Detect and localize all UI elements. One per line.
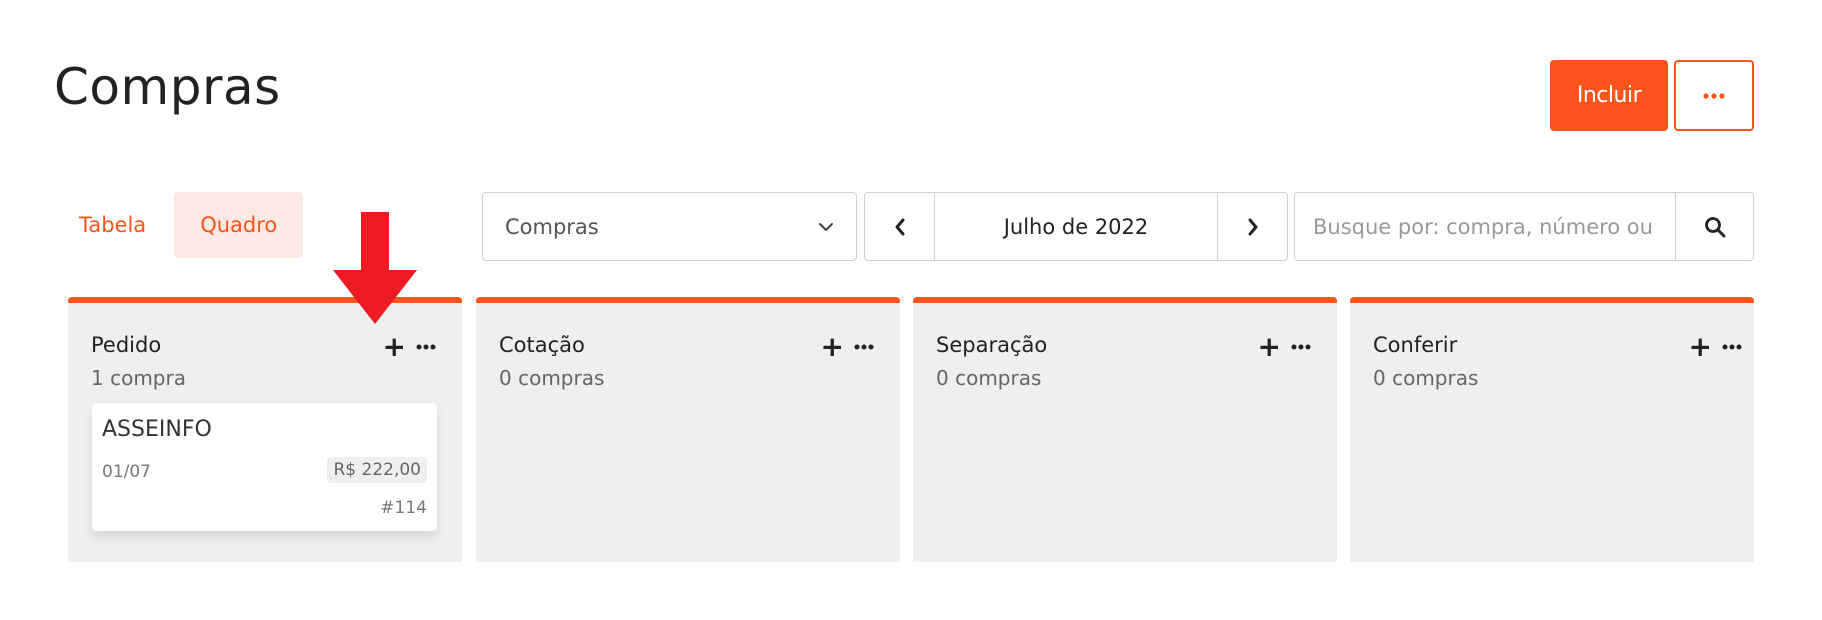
column-more-button[interactable] (1722, 344, 1742, 350)
column-actions: + (383, 333, 436, 361)
more-horizontal-icon (1722, 344, 1742, 350)
column-title: Separação (936, 333, 1048, 357)
column-actions: + (1258, 333, 1311, 361)
add-card-button[interactable]: + (1258, 333, 1281, 361)
more-horizontal-icon (416, 344, 436, 350)
chevron-left-icon (895, 218, 904, 235)
pipeline-select[interactable]: Compras (482, 192, 857, 261)
date-navigator: Julho de 2022 (864, 192, 1288, 261)
purchase-card[interactable]: ASSEINFO 01/07 R$ 222,00 #114 (92, 403, 437, 531)
card-value-badge: R$ 222,00 (327, 457, 427, 483)
column-more-button[interactable] (1291, 344, 1311, 350)
previous-month-button[interactable] (865, 193, 935, 260)
chevron-down-icon (819, 222, 833, 231)
column-actions: + (821, 333, 874, 361)
column-cotacao: Cotação 0 compras + (476, 297, 900, 562)
more-horizontal-icon (854, 344, 874, 350)
search-input[interactable] (1295, 193, 1675, 260)
view-tabs: Tabela Quadro (65, 192, 304, 258)
page-title: Compras (54, 58, 281, 116)
card-number: #114 (380, 498, 427, 518)
card-supplier: ASSEINFO (102, 417, 212, 442)
add-card-button[interactable]: + (383, 333, 406, 361)
add-card-button[interactable]: + (1689, 333, 1712, 361)
column-count: 0 compras (936, 366, 1042, 390)
column-count: 1 compra (91, 366, 186, 390)
more-horizontal-icon (1703, 92, 1725, 99)
search-button[interactable] (1675, 193, 1753, 260)
column-more-button[interactable] (416, 344, 436, 350)
column-actions: + (1689, 333, 1742, 361)
column-title: Pedido (91, 333, 162, 357)
column-count: 0 compras (1373, 366, 1479, 390)
tab-quadro[interactable]: Quadro (174, 192, 304, 258)
search-icon (1704, 216, 1725, 237)
search-box (1294, 192, 1754, 261)
tab-tabela[interactable]: Tabela (65, 192, 160, 258)
current-month-label: Julho de 2022 (1003, 214, 1149, 239)
card-date: 01/07 (102, 462, 151, 482)
column-title: Cotação (499, 333, 585, 357)
more-horizontal-icon (1291, 344, 1311, 350)
more-actions-button[interactable] (1674, 60, 1754, 131)
annotation-arrow-down-icon (333, 212, 417, 324)
column-pedido: Pedido 1 compra + ASSEINFO 01/07 R$ 222,… (68, 297, 462, 562)
chevron-right-icon (1248, 218, 1257, 235)
column-separacao: Separação 0 compras + (913, 297, 1337, 562)
pipeline-select-value: Compras (505, 214, 599, 239)
next-month-button[interactable] (1217, 193, 1287, 260)
column-conferir: Conferir 0 compras + (1350, 297, 1754, 562)
column-more-button[interactable] (854, 344, 874, 350)
incluir-button[interactable]: Incluir (1550, 60, 1668, 131)
add-card-button[interactable]: + (821, 333, 844, 361)
column-title: Conferir (1373, 333, 1458, 357)
column-count: 0 compras (499, 366, 605, 390)
